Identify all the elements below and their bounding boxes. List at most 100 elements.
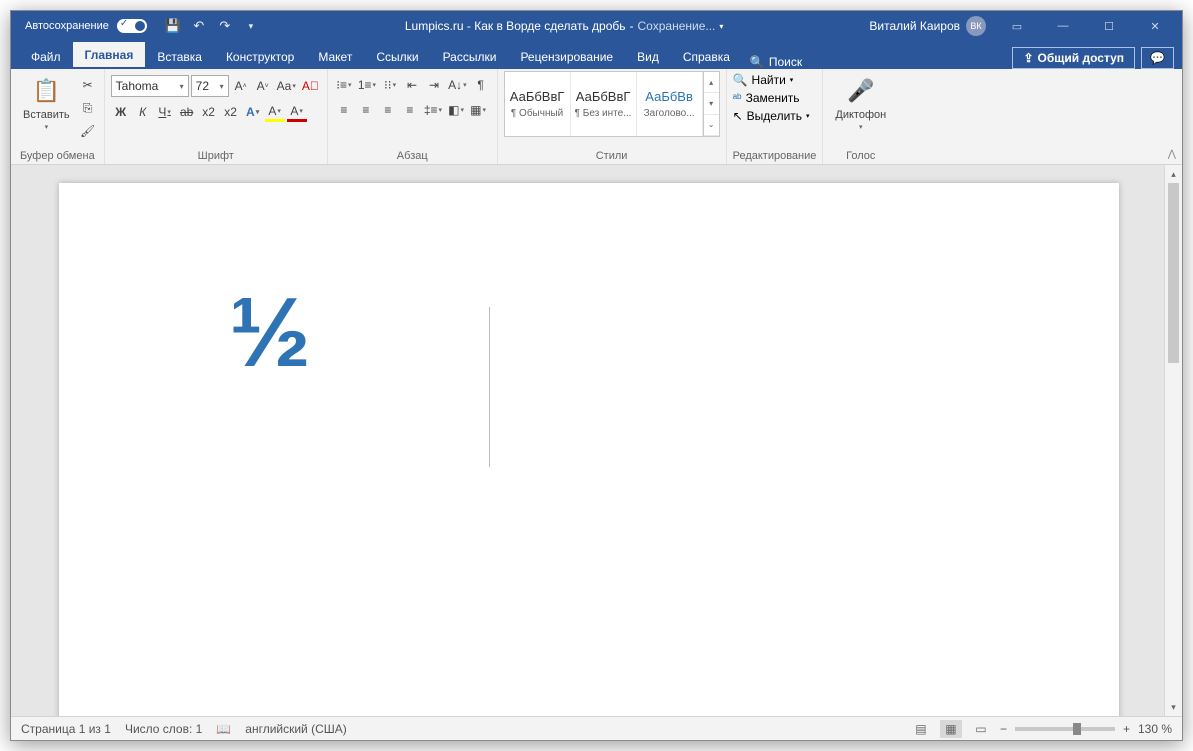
style-nospacing[interactable]: АаБбВвГ ¶ Без инте... [571, 72, 637, 136]
superscript-button[interactable]: x2 [221, 102, 241, 122]
justify-button[interactable]: ≡ [400, 100, 420, 120]
group-clipboard: 📋 Вставить ▾ ✂ ⎘ 🖌 Буфер обмена [11, 69, 105, 164]
autosave-label: Автосохранение [25, 20, 109, 32]
numbering-button[interactable]: 1≡ [356, 75, 378, 95]
tab-home[interactable]: Главная [73, 42, 146, 69]
show-marks-button[interactable]: ¶ [471, 75, 491, 95]
share-button[interactable]: ⇪ Общий доступ [1012, 47, 1135, 69]
increase-indent-button[interactable]: ⇥ [424, 75, 444, 95]
ribbon-tabs: Файл Главная Вставка Конструктор Макет С… [11, 41, 1182, 69]
replace-button[interactable]: ᵃᵇЗаменить [733, 91, 810, 105]
user-account[interactable]: Виталий Каиров ВК [869, 16, 986, 36]
minimize-button[interactable]: — [1040, 11, 1086, 41]
group-label-clipboard: Буфер обмена [17, 148, 98, 164]
sort-button[interactable]: A↓ [446, 75, 469, 95]
app-window: Автосохранение 💾 ↶ ↷ ▾ Lumpics.ru - Как … [10, 10, 1183, 741]
tab-review[interactable]: Рецензирование [508, 44, 625, 69]
ribbon-options-icon[interactable]: ▭ [994, 11, 1040, 41]
tab-help[interactable]: Справка [671, 44, 742, 69]
shrink-font-button[interactable]: A˅ [253, 76, 273, 96]
saving-status: Сохранение... [638, 19, 716, 33]
tab-design[interactable]: Конструктор [214, 44, 306, 69]
tab-layout[interactable]: Макет [306, 44, 364, 69]
collapse-ribbon-icon[interactable]: ⋀ [1168, 149, 1176, 160]
clear-formatting-button[interactable]: A⃠ [300, 76, 321, 96]
group-font: Tahoma 72 A˄ A˅ Aa A⃠ Ж К Ч ab x2 x2 [105, 69, 328, 164]
group-label-font: Шрифт [111, 148, 321, 164]
group-paragraph: ⁝≡ 1≡ ⁝⁝ ⇤ ⇥ A↓ ¶ ≡ ≡ ≡ ≡ ‡≡ ◧ [328, 69, 498, 164]
document-title: Lumpics.ru - Как в Ворде сделать дробь -… [259, 19, 870, 33]
scroll-up-icon[interactable]: ▴ [1165, 165, 1182, 183]
group-label-paragraph: Абзац [334, 148, 491, 164]
tab-mailings[interactable]: Рассылки [431, 44, 509, 69]
styles-gallery[interactable]: АаБбВвГ ¶ Обычный АаБбВвГ ¶ Без инте... … [504, 71, 720, 137]
close-button[interactable]: ✕ [1132, 11, 1178, 41]
scroll-thumb[interactable] [1168, 183, 1179, 363]
strikethrough-button[interactable]: ab [177, 102, 197, 122]
tab-view[interactable]: Вид [625, 44, 671, 69]
language-indicator[interactable]: английский (США) [245, 722, 346, 736]
word-count[interactable]: Число слов: 1 [125, 722, 202, 736]
underline-button[interactable]: Ч [155, 102, 175, 122]
dictate-button[interactable]: 🎤 Диктофон ▾ [829, 71, 892, 135]
web-layout-button[interactable]: ▭ [970, 720, 992, 738]
page-scroll[interactable]: ½ [11, 165, 1164, 716]
scroll-down-icon[interactable]: ▾ [1165, 698, 1182, 716]
read-mode-button[interactable]: ▤ [910, 720, 932, 738]
decrease-indent-button[interactable]: ⇤ [402, 75, 422, 95]
spellcheck-icon[interactable]: 📖 [216, 722, 231, 736]
align-right-button[interactable]: ≡ [378, 100, 398, 120]
zoom-slider[interactable] [1015, 727, 1115, 731]
tab-references[interactable]: Ссылки [364, 44, 430, 69]
multilevel-button[interactable]: ⁝⁝ [380, 75, 400, 95]
font-color-button[interactable]: A [287, 102, 307, 122]
redo-icon[interactable]: ↷ [217, 18, 233, 34]
grow-font-button[interactable]: A˄ [231, 76, 251, 96]
copy-button[interactable]: ⎘ [78, 98, 98, 118]
borders-button[interactable]: ▦ [468, 100, 488, 120]
format-painter-button[interactable]: 🖌 [78, 121, 98, 141]
save-icon[interactable]: 💾 [165, 18, 181, 34]
search-button[interactable]: 🔍 Поиск [750, 55, 802, 69]
undo-icon[interactable]: ↶ [191, 18, 207, 34]
line-spacing-button[interactable]: ‡≡ [422, 100, 444, 120]
group-editing: 🔍Найти▾ ᵃᵇЗаменить ↖Выделить▾ Редактиров… [727, 69, 824, 164]
highlight-button[interactable]: A [265, 102, 285, 122]
page-indicator[interactable]: Страница 1 из 1 [21, 722, 111, 736]
tab-insert[interactable]: Вставка [145, 44, 214, 69]
font-name-combo[interactable]: Tahoma [111, 75, 189, 97]
style-normal[interactable]: АаБбВвГ ¶ Обычный [505, 72, 571, 136]
zoom-in-button[interactable]: + [1123, 722, 1130, 736]
align-left-button[interactable]: ≡ [334, 100, 354, 120]
style-heading1[interactable]: АаБбВв Заголово... [637, 72, 703, 136]
styles-nav[interactable]: ▴▾⌄ [703, 72, 719, 136]
select-button[interactable]: ↖Выделить▾ [733, 109, 810, 123]
bullets-button[interactable]: ⁝≡ [334, 75, 354, 95]
cut-button[interactable]: ✂ [78, 75, 98, 95]
italic-button[interactable]: К [133, 102, 153, 122]
replace-icon: ᵃᵇ [733, 91, 742, 105]
change-case-button[interactable]: Aa [275, 76, 298, 96]
zoom-level[interactable]: 130 % [1138, 722, 1172, 736]
subscript-button[interactable]: x2 [199, 102, 219, 122]
paste-button[interactable]: 📋 Вставить ▾ [17, 71, 76, 135]
search-icon: 🔍 [750, 55, 765, 69]
vertical-scrollbar[interactable]: ▴ ▾ [1164, 165, 1182, 716]
bold-button[interactable]: Ж [111, 102, 131, 122]
align-center-button[interactable]: ≡ [356, 100, 376, 120]
find-button[interactable]: 🔍Найти▾ [733, 73, 810, 87]
comments-button[interactable]: 💬 [1141, 47, 1174, 69]
find-icon: 🔍 [733, 73, 748, 87]
tab-file[interactable]: Файл [19, 44, 73, 69]
paste-icon: 📋 [30, 75, 62, 107]
group-styles: АаБбВвГ ¶ Обычный АаБбВвГ ¶ Без инте... … [498, 69, 727, 164]
font-size-combo[interactable]: 72 [191, 75, 229, 97]
maximize-button[interactable]: ☐ [1086, 11, 1132, 41]
autosave-toggle[interactable] [117, 19, 147, 33]
shading-button[interactable]: ◧ [446, 100, 466, 120]
print-layout-button[interactable]: ▦ [940, 720, 962, 738]
qat-customize-icon[interactable]: ▾ [243, 18, 259, 34]
text-effects-button[interactable]: A [243, 102, 263, 122]
page[interactable]: ½ [59, 183, 1119, 716]
zoom-out-button[interactable]: − [1000, 722, 1007, 736]
